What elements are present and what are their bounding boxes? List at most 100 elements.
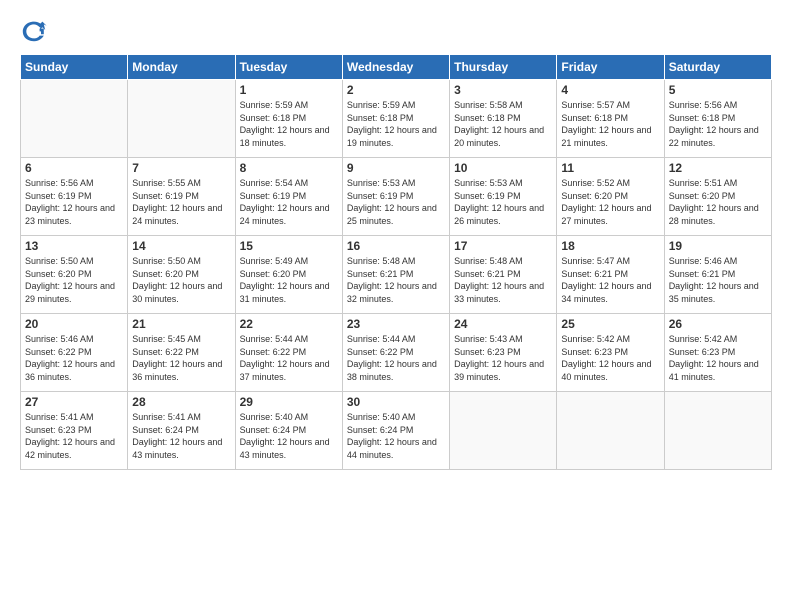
calendar-cell <box>664 392 771 470</box>
header <box>20 16 772 44</box>
calendar-cell: 16 Sunrise: 5:48 AM Sunset: 6:21 PM Dayl… <box>342 236 449 314</box>
day-number: 29 <box>240 395 338 409</box>
day-info: Sunrise: 5:59 AM Sunset: 6:18 PM Dayligh… <box>240 99 338 149</box>
calendar-cell: 26 Sunrise: 5:42 AM Sunset: 6:23 PM Dayl… <box>664 314 771 392</box>
day-number: 4 <box>561 83 659 97</box>
col-friday: Friday <box>557 55 664 80</box>
calendar-cell: 7 Sunrise: 5:55 AM Sunset: 6:19 PM Dayli… <box>128 158 235 236</box>
calendar-header-row: Sunday Monday Tuesday Wednesday Thursday… <box>21 55 772 80</box>
day-info: Sunrise: 5:45 AM Sunset: 6:22 PM Dayligh… <box>132 333 230 383</box>
calendar-cell: 10 Sunrise: 5:53 AM Sunset: 6:19 PM Dayl… <box>450 158 557 236</box>
calendar-cell: 30 Sunrise: 5:40 AM Sunset: 6:24 PM Dayl… <box>342 392 449 470</box>
calendar-cell: 17 Sunrise: 5:48 AM Sunset: 6:21 PM Dayl… <box>450 236 557 314</box>
calendar-cell: 3 Sunrise: 5:58 AM Sunset: 6:18 PM Dayli… <box>450 80 557 158</box>
col-wednesday: Wednesday <box>342 55 449 80</box>
day-info: Sunrise: 5:42 AM Sunset: 6:23 PM Dayligh… <box>561 333 659 383</box>
calendar-cell: 13 Sunrise: 5:50 AM Sunset: 6:20 PM Dayl… <box>21 236 128 314</box>
calendar-cell: 29 Sunrise: 5:40 AM Sunset: 6:24 PM Dayl… <box>235 392 342 470</box>
calendar-cell: 22 Sunrise: 5:44 AM Sunset: 6:22 PM Dayl… <box>235 314 342 392</box>
day-info: Sunrise: 5:44 AM Sunset: 6:22 PM Dayligh… <box>347 333 445 383</box>
day-info: Sunrise: 5:46 AM Sunset: 6:21 PM Dayligh… <box>669 255 767 305</box>
day-number: 13 <box>25 239 123 253</box>
day-number: 2 <box>347 83 445 97</box>
day-info: Sunrise: 5:54 AM Sunset: 6:19 PM Dayligh… <box>240 177 338 227</box>
day-number: 20 <box>25 317 123 331</box>
calendar-week-row: 27 Sunrise: 5:41 AM Sunset: 6:23 PM Dayl… <box>21 392 772 470</box>
calendar-week-row: 6 Sunrise: 5:56 AM Sunset: 6:19 PM Dayli… <box>21 158 772 236</box>
day-info: Sunrise: 5:41 AM Sunset: 6:24 PM Dayligh… <box>132 411 230 461</box>
calendar-cell: 8 Sunrise: 5:54 AM Sunset: 6:19 PM Dayli… <box>235 158 342 236</box>
day-info: Sunrise: 5:53 AM Sunset: 6:19 PM Dayligh… <box>454 177 552 227</box>
day-info: Sunrise: 5:50 AM Sunset: 6:20 PM Dayligh… <box>132 255 230 305</box>
day-number: 7 <box>132 161 230 175</box>
calendar-cell: 19 Sunrise: 5:46 AM Sunset: 6:21 PM Dayl… <box>664 236 771 314</box>
calendar-cell: 24 Sunrise: 5:43 AM Sunset: 6:23 PM Dayl… <box>450 314 557 392</box>
calendar-cell: 21 Sunrise: 5:45 AM Sunset: 6:22 PM Dayl… <box>128 314 235 392</box>
calendar-cell: 25 Sunrise: 5:42 AM Sunset: 6:23 PM Dayl… <box>557 314 664 392</box>
day-number: 26 <box>669 317 767 331</box>
day-number: 19 <box>669 239 767 253</box>
day-number: 24 <box>454 317 552 331</box>
calendar-week-row: 20 Sunrise: 5:46 AM Sunset: 6:22 PM Dayl… <box>21 314 772 392</box>
day-number: 27 <box>25 395 123 409</box>
day-info: Sunrise: 5:49 AM Sunset: 6:20 PM Dayligh… <box>240 255 338 305</box>
calendar-cell: 12 Sunrise: 5:51 AM Sunset: 6:20 PM Dayl… <box>664 158 771 236</box>
day-info: Sunrise: 5:58 AM Sunset: 6:18 PM Dayligh… <box>454 99 552 149</box>
calendar-cell <box>128 80 235 158</box>
calendar-cell <box>450 392 557 470</box>
calendar-cell: 9 Sunrise: 5:53 AM Sunset: 6:19 PM Dayli… <box>342 158 449 236</box>
calendar-cell: 20 Sunrise: 5:46 AM Sunset: 6:22 PM Dayl… <box>21 314 128 392</box>
calendar-cell: 23 Sunrise: 5:44 AM Sunset: 6:22 PM Dayl… <box>342 314 449 392</box>
page: Sunday Monday Tuesday Wednesday Thursday… <box>0 0 792 612</box>
day-info: Sunrise: 5:59 AM Sunset: 6:18 PM Dayligh… <box>347 99 445 149</box>
day-number: 30 <box>347 395 445 409</box>
day-number: 25 <box>561 317 659 331</box>
day-info: Sunrise: 5:52 AM Sunset: 6:20 PM Dayligh… <box>561 177 659 227</box>
calendar-cell: 2 Sunrise: 5:59 AM Sunset: 6:18 PM Dayli… <box>342 80 449 158</box>
calendar-cell <box>21 80 128 158</box>
calendar-cell: 18 Sunrise: 5:47 AM Sunset: 6:21 PM Dayl… <box>557 236 664 314</box>
day-info: Sunrise: 5:46 AM Sunset: 6:22 PM Dayligh… <box>25 333 123 383</box>
day-info: Sunrise: 5:53 AM Sunset: 6:19 PM Dayligh… <box>347 177 445 227</box>
logo <box>20 16 52 44</box>
day-info: Sunrise: 5:48 AM Sunset: 6:21 PM Dayligh… <box>347 255 445 305</box>
col-sunday: Sunday <box>21 55 128 80</box>
day-number: 1 <box>240 83 338 97</box>
day-number: 6 <box>25 161 123 175</box>
calendar-cell: 14 Sunrise: 5:50 AM Sunset: 6:20 PM Dayl… <box>128 236 235 314</box>
day-number: 10 <box>454 161 552 175</box>
col-thursday: Thursday <box>450 55 557 80</box>
calendar-cell: 15 Sunrise: 5:49 AM Sunset: 6:20 PM Dayl… <box>235 236 342 314</box>
day-info: Sunrise: 5:41 AM Sunset: 6:23 PM Dayligh… <box>25 411 123 461</box>
day-number: 16 <box>347 239 445 253</box>
day-number: 28 <box>132 395 230 409</box>
calendar-cell: 1 Sunrise: 5:59 AM Sunset: 6:18 PM Dayli… <box>235 80 342 158</box>
day-info: Sunrise: 5:40 AM Sunset: 6:24 PM Dayligh… <box>347 411 445 461</box>
calendar-cell: 5 Sunrise: 5:56 AM Sunset: 6:18 PM Dayli… <box>664 80 771 158</box>
day-info: Sunrise: 5:57 AM Sunset: 6:18 PM Dayligh… <box>561 99 659 149</box>
day-number: 15 <box>240 239 338 253</box>
day-info: Sunrise: 5:47 AM Sunset: 6:21 PM Dayligh… <box>561 255 659 305</box>
day-info: Sunrise: 5:56 AM Sunset: 6:19 PM Dayligh… <box>25 177 123 227</box>
day-info: Sunrise: 5:40 AM Sunset: 6:24 PM Dayligh… <box>240 411 338 461</box>
day-number: 23 <box>347 317 445 331</box>
logo-icon <box>20 16 48 44</box>
day-number: 17 <box>454 239 552 253</box>
day-number: 3 <box>454 83 552 97</box>
day-info: Sunrise: 5:56 AM Sunset: 6:18 PM Dayligh… <box>669 99 767 149</box>
day-info: Sunrise: 5:55 AM Sunset: 6:19 PM Dayligh… <box>132 177 230 227</box>
day-number: 14 <box>132 239 230 253</box>
col-tuesday: Tuesday <box>235 55 342 80</box>
calendar-cell: 28 Sunrise: 5:41 AM Sunset: 6:24 PM Dayl… <box>128 392 235 470</box>
day-number: 9 <box>347 161 445 175</box>
day-info: Sunrise: 5:42 AM Sunset: 6:23 PM Dayligh… <box>669 333 767 383</box>
calendar-cell: 6 Sunrise: 5:56 AM Sunset: 6:19 PM Dayli… <box>21 158 128 236</box>
calendar-cell: 11 Sunrise: 5:52 AM Sunset: 6:20 PM Dayl… <box>557 158 664 236</box>
day-number: 21 <box>132 317 230 331</box>
calendar-table: Sunday Monday Tuesday Wednesday Thursday… <box>20 54 772 470</box>
calendar-week-row: 1 Sunrise: 5:59 AM Sunset: 6:18 PM Dayli… <box>21 80 772 158</box>
day-number: 12 <box>669 161 767 175</box>
day-number: 11 <box>561 161 659 175</box>
col-monday: Monday <box>128 55 235 80</box>
day-number: 8 <box>240 161 338 175</box>
